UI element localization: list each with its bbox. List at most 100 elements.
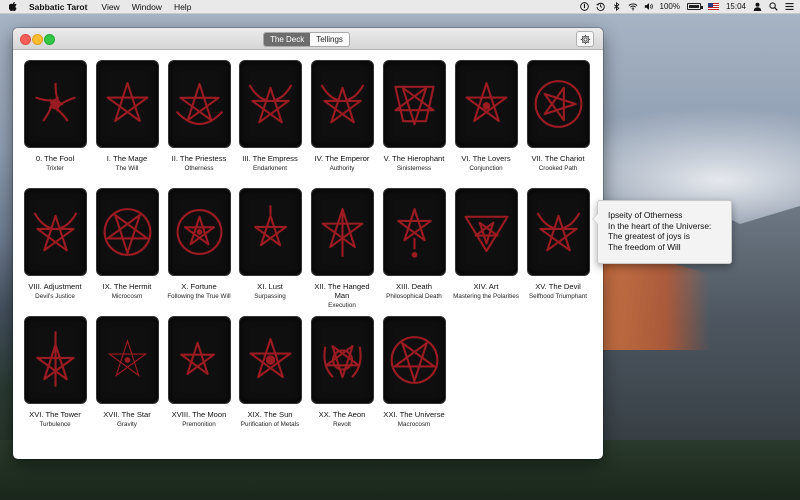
- card-face[interactable]: [238, 316, 302, 404]
- deck-window: The Deck Tellings 0. The Fool Trixter I. T…: [13, 28, 603, 459]
- tab-the-deck[interactable]: The Deck: [264, 33, 311, 46]
- tarot-card[interactable]: XII. The Hanged Man Execution: [306, 188, 378, 310]
- card-title: XII. The Hanged Man: [314, 282, 370, 300]
- card-grid: 0. The Fool Trixter I. The Mage The Will II.…: [13, 50, 603, 459]
- card-subtitle: Authority: [329, 165, 355, 172]
- card-subtitle: The Will: [115, 165, 139, 172]
- tarot-card[interactable]: IV. The Emperor Authority: [306, 60, 378, 173]
- card-face[interactable]: [454, 60, 518, 148]
- card-subtitle: Macrocosm: [397, 421, 431, 428]
- tarot-card[interactable]: 0. The Fool Trixter: [19, 60, 91, 173]
- horned-pentagram-icon: [536, 212, 580, 252]
- card-title: II. The Priestess: [171, 154, 227, 163]
- settings-button[interactable]: [576, 31, 594, 47]
- card-title: XI. Lust: [257, 282, 283, 291]
- card-face[interactable]: [167, 188, 231, 276]
- tarot-card[interactable]: XVII. The Star Gravity: [91, 316, 163, 429]
- tarot-card[interactable]: XV. The Devil Selfhood Triumphant: [522, 188, 594, 301]
- sun-star-icon: [249, 337, 291, 379]
- tarot-card[interactable]: V. The Hierophant Sinisterness: [378, 60, 450, 173]
- tarot-card[interactable]: VI. The Lovers Conjunction: [450, 60, 522, 173]
- tarot-card[interactable]: I. The Mage The Will: [91, 60, 163, 173]
- horned-pentagram-icon: [248, 84, 292, 124]
- card-face[interactable]: [167, 316, 231, 404]
- card-face[interactable]: [167, 60, 231, 148]
- card-face[interactable]: [382, 188, 446, 276]
- card-face[interactable]: [526, 60, 590, 148]
- tab-tellings[interactable]: Tellings: [310, 33, 349, 46]
- bluetooth-icon[interactable]: [612, 1, 621, 12]
- card-face[interactable]: [310, 316, 374, 404]
- card-face[interactable]: [23, 60, 87, 148]
- spotlight-search-icon[interactable]: [769, 2, 778, 11]
- card-face[interactable]: [23, 188, 87, 276]
- card-subtitle: Otherness: [184, 165, 214, 172]
- pentagram-icon: [106, 81, 148, 123]
- tarot-card[interactable]: XIX. The Sun Purification of Metals: [234, 316, 306, 429]
- close-window-button[interactable]: [20, 34, 31, 45]
- tooltip-line: The freedom of Will: [608, 241, 681, 252]
- card-face[interactable]: [382, 316, 446, 404]
- tooltip-line: The greatest of joys is: [608, 231, 690, 241]
- pentagram-dot-icon: [465, 81, 507, 123]
- card-face[interactable]: [95, 188, 159, 276]
- card-title: XIX. The Sun: [247, 410, 293, 419]
- card-subtitle: Surpassing: [254, 293, 286, 300]
- card-title: VIII. Adjustment: [28, 282, 82, 291]
- wifi-icon[interactable]: [628, 2, 637, 11]
- gear-icon: [580, 34, 590, 44]
- card-face[interactable]: [23, 316, 87, 404]
- menu-window[interactable]: Window: [132, 2, 162, 12]
- tarot-card[interactable]: XIV. Art Mastering the Polarities: [450, 188, 522, 301]
- menu-view[interactable]: View: [101, 2, 119, 12]
- menu-clock[interactable]: 15:04: [726, 2, 746, 11]
- tarot-card[interactable]: VII. The Chariot Crooked Path: [522, 60, 594, 173]
- us-flag-input-icon[interactable]: [707, 3, 719, 10]
- tarot-card[interactable]: XIII. Death Philosophical Death: [378, 188, 450, 301]
- card-tooltip: Ipseity of Otherness In the heart of the …: [592, 200, 732, 264]
- wallpaper-sunset-glow: [600, 255, 710, 350]
- tarot-card[interactable]: XI. Lust Surpassing: [234, 188, 306, 301]
- tarot-card[interactable]: XVIII. The Moon Premonition: [163, 316, 235, 429]
- card-title: VI. The Lovers: [461, 154, 511, 163]
- card-title: I. The Mage: [106, 154, 148, 163]
- tarot-card[interactable]: II. The Priestess Otherness: [163, 60, 235, 173]
- menu-help[interactable]: Help: [174, 2, 191, 12]
- card-title: IV. The Emperor: [314, 154, 370, 163]
- info-icon[interactable]: [579, 2, 589, 11]
- app-menu[interactable]: Sabbatic Tarot: [29, 2, 87, 12]
- tarot-card[interactable]: VIII. Adjustment Devil's Justice: [19, 188, 91, 301]
- tarot-card[interactable]: XVI. The Tower Turbulence: [19, 316, 91, 429]
- card-face[interactable]: [310, 60, 374, 148]
- minimize-window-button[interactable]: [32, 34, 43, 45]
- notification-center-icon[interactable]: [785, 2, 794, 11]
- time-machine-icon[interactable]: [595, 2, 605, 11]
- tarot-card[interactable]: XXI. The Universe Macrocosm: [378, 316, 450, 429]
- card-face[interactable]: [382, 60, 446, 148]
- card-subtitle: Execution: [328, 302, 356, 309]
- thin-star-icon: [107, 339, 147, 377]
- tarot-card[interactable]: XX. The Aeon Revolt: [306, 316, 378, 429]
- card-face[interactable]: [526, 188, 590, 276]
- volume-icon[interactable]: [644, 2, 653, 11]
- apple-menu-icon[interactable]: [9, 2, 19, 11]
- card-title: XVII. The Star: [103, 410, 151, 419]
- tarot-card[interactable]: IX. The Hermit Microcosm: [91, 188, 163, 301]
- wheel-pentagram-icon: [176, 209, 222, 255]
- card-face[interactable]: [310, 188, 374, 276]
- card-face[interactable]: [95, 60, 159, 148]
- card-face[interactable]: [238, 188, 302, 276]
- tarot-card[interactable]: III. The Empress Endarkment: [234, 60, 306, 173]
- card-face[interactable]: [95, 316, 159, 404]
- card-face[interactable]: [454, 188, 518, 276]
- fullscreen-window-button[interactable]: [44, 34, 55, 45]
- tooltip-line: Ipseity of Otherness: [608, 210, 683, 220]
- card-title: XXI. The Universe: [383, 410, 445, 419]
- card-subtitle: Selfhood Triumphant: [528, 293, 588, 300]
- window-titlebar[interactable]: The Deck Tellings: [13, 28, 603, 50]
- tarot-card[interactable]: X. Fortune Following the True Will: [163, 188, 235, 301]
- battery-icon[interactable]: [686, 3, 703, 10]
- horned-pentagram-icon: [320, 84, 364, 124]
- user-icon[interactable]: [753, 2, 762, 11]
- card-face[interactable]: [238, 60, 302, 148]
